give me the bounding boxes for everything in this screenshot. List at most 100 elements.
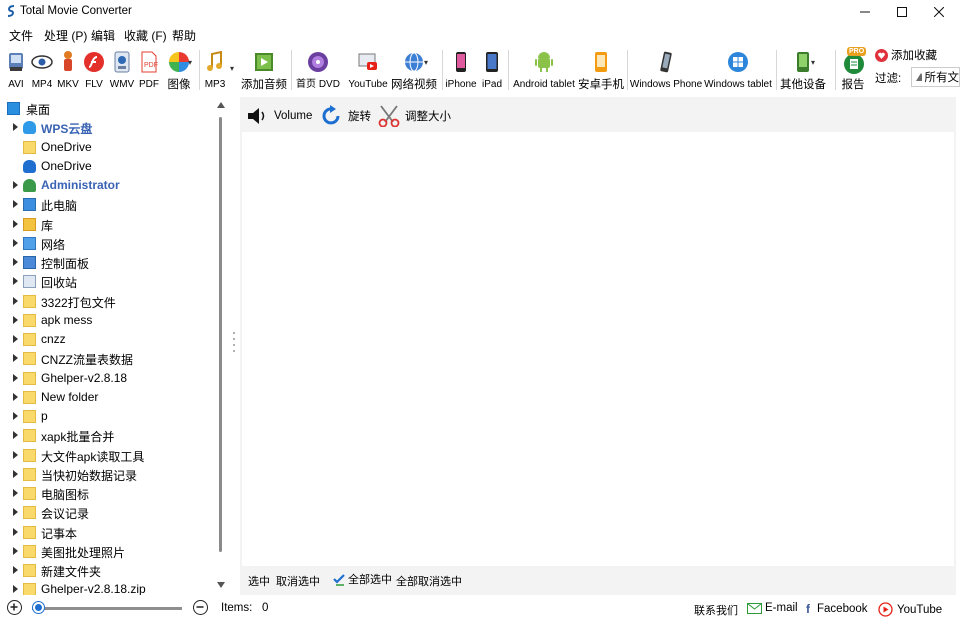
- format-mp3-button[interactable]: MP3: [203, 50, 227, 94]
- tree-item[interactable]: xapk批量合并: [0, 426, 214, 445]
- tree-item[interactable]: apk mess: [0, 311, 214, 330]
- tree-scrollbar[interactable]: [215, 100, 227, 593]
- report-button[interactable]: PRO 报告: [839, 47, 867, 94]
- add-audio-button[interactable]: 添加音频: [240, 50, 288, 94]
- ipad-button[interactable]: iPad: [480, 50, 504, 94]
- filter-select[interactable]: 所有文: [911, 67, 960, 87]
- expand-arrow-icon[interactable]: [13, 219, 18, 228]
- other-devices-dropdown-icon[interactable]: ▾: [811, 58, 815, 67]
- web-video-dropdown-icon[interactable]: ▾: [424, 58, 428, 67]
- expand-arrow-icon[interactable]: [13, 200, 18, 209]
- select-all-button[interactable]: 全部选中: [332, 571, 392, 587]
- scroll-up-icon[interactable]: [217, 102, 225, 108]
- tree-item[interactable]: cnzz: [0, 330, 214, 349]
- tree-item[interactable]: 控制面板: [0, 253, 214, 272]
- expand-arrow-icon[interactable]: [13, 508, 18, 517]
- expand-arrow-icon[interactable]: [13, 258, 18, 266]
- tree-item[interactable]: Ghelper-v2.8.18: [0, 369, 214, 388]
- zoom-in-button[interactable]: [7, 600, 22, 615]
- expand-arrow-icon[interactable]: [13, 527, 18, 536]
- zoom-slider-track[interactable]: [32, 607, 182, 610]
- contact-us-link[interactable]: 联系我们: [694, 602, 738, 618]
- iphone-button[interactable]: iPhone: [445, 50, 477, 94]
- deselect-button[interactable]: 取消选中: [276, 573, 320, 589]
- expand-arrow-icon[interactable]: [13, 392, 18, 401]
- splitter-handle[interactable]: [232, 330, 236, 358]
- minimize-button[interactable]: [848, 0, 882, 24]
- expand-arrow-icon[interactable]: [13, 373, 18, 382]
- dvd-button[interactable]: 首页 DVD: [295, 50, 341, 94]
- menu-help[interactable]: 帮助: [172, 27, 196, 44]
- add-favorite-button[interactable]: 添加收藏: [875, 47, 937, 63]
- expand-arrow-icon[interactable]: [13, 354, 18, 363]
- tree-item[interactable]: Administrator: [0, 176, 214, 195]
- expand-arrow-icon[interactable]: [13, 450, 18, 459]
- expand-arrow-icon[interactable]: [13, 123, 18, 132]
- email-link[interactable]: E-mail: [747, 602, 798, 614]
- tree-item[interactable]: CNZZ流量表数据: [0, 349, 214, 368]
- tree-item[interactable]: 网络: [0, 234, 214, 253]
- close-button[interactable]: [922, 0, 956, 24]
- expand-arrow-icon[interactable]: [13, 585, 18, 594]
- format-flv-button[interactable]: FLV: [83, 50, 105, 94]
- resize-button[interactable]: 调整大小: [377, 105, 451, 127]
- menu-process[interactable]: 处理 (P): [44, 27, 87, 44]
- tree-item[interactable]: 新建文件夹: [0, 561, 214, 580]
- tree-item[interactable]: New folder: [0, 388, 214, 407]
- tree-item[interactable]: 当快初始数据记录: [0, 465, 214, 484]
- windows-tablet-button[interactable]: Windows tablet: [704, 50, 772, 94]
- format-mkv-button[interactable]: MKV: [57, 50, 79, 94]
- expand-arrow-icon[interactable]: [13, 469, 18, 478]
- tree-item[interactable]: 大文件apk读取工具: [0, 446, 214, 465]
- expand-arrow-icon[interactable]: [13, 566, 18, 574]
- tree-item[interactable]: OneDrive: [0, 157, 214, 176]
- format-pdf-button[interactable]: PDF PDF: [137, 50, 161, 94]
- tree-item[interactable]: 桌面: [0, 99, 214, 118]
- expand-arrow-icon[interactable]: [13, 181, 18, 189]
- tree-item[interactable]: OneDrive: [0, 138, 214, 157]
- select-button[interactable]: 选中: [248, 573, 270, 589]
- format-mp4-button[interactable]: MP4: [30, 50, 54, 94]
- expand-arrow-icon[interactable]: [13, 335, 18, 343]
- youtube-link[interactable]: YouTube: [878, 602, 942, 617]
- expand-arrow-icon[interactable]: [13, 277, 18, 286]
- rotate-button[interactable]: 旋转: [321, 105, 371, 127]
- expand-arrow-icon[interactable]: [13, 238, 18, 247]
- expand-arrow-icon[interactable]: [13, 546, 18, 555]
- tree-item[interactable]: WPS云盘: [0, 118, 214, 137]
- tree-item[interactable]: Ghelper-v2.8.18.zip: [0, 580, 214, 595]
- tree-item[interactable]: 3322打包文件: [0, 292, 214, 311]
- format-wmv-button[interactable]: WMV: [110, 50, 134, 94]
- expand-arrow-icon[interactable]: [13, 296, 18, 305]
- menu-file[interactable]: 文件: [9, 27, 33, 44]
- tree-item[interactable]: 电脑图标: [0, 484, 214, 503]
- tree-item[interactable]: p: [0, 407, 214, 426]
- facebook-link[interactable]: f Facebook: [806, 602, 868, 616]
- format-avi-button[interactable]: AVI: [5, 50, 27, 94]
- file-list[interactable]: [242, 132, 954, 566]
- scroll-down-icon[interactable]: [217, 582, 225, 588]
- tree-item[interactable]: 记事本: [0, 523, 214, 542]
- format-image-button[interactable]: 图像: [166, 50, 192, 94]
- image-dropdown-icon[interactable]: ▾: [188, 58, 192, 67]
- tree-item[interactable]: 回收站: [0, 272, 214, 291]
- expand-arrow-icon[interactable]: [13, 431, 18, 440]
- other-devices-button[interactable]: 其他设备: [780, 50, 826, 94]
- youtube-button[interactable]: YouTube: [348, 50, 388, 94]
- android-tablet-button[interactable]: Android tablet: [512, 50, 576, 94]
- expand-arrow-icon[interactable]: [13, 315, 18, 324]
- mp3-dropdown-icon[interactable]: ▾: [230, 64, 234, 73]
- deselect-all-button[interactable]: 全部取消选中: [396, 573, 462, 589]
- android-phone-button[interactable]: 安卓手机: [578, 50, 624, 94]
- scrollbar-thumb[interactable]: [219, 117, 222, 552]
- maximize-button[interactable]: [885, 0, 919, 24]
- tree-item[interactable]: 会议记录: [0, 503, 214, 522]
- tree-item[interactable]: 美图批处理照片: [0, 542, 214, 561]
- menu-edit[interactable]: 编辑: [91, 27, 115, 44]
- expand-arrow-icon[interactable]: [13, 489, 18, 497]
- menu-favorites[interactable]: 收藏 (F): [124, 27, 167, 44]
- zoom-out-button[interactable]: [193, 600, 208, 615]
- tree-item[interactable]: 此电脑: [0, 195, 214, 214]
- tree-item[interactable]: 库: [0, 215, 214, 234]
- web-video-button[interactable]: 网络视频: [391, 50, 437, 94]
